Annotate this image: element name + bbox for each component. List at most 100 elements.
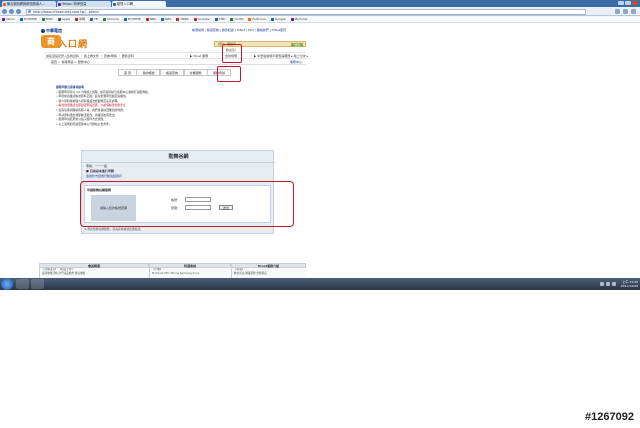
footer-line[interactable]: 數位家電 網路服務 雲端資訊: [234, 272, 304, 276]
tab-label: Yahoo! 奇摩首頁: [62, 2, 87, 6]
bookmark-item[interactable]: FB: [90, 17, 98, 21]
footer-column: 【活動訊息】 【新品上市】 最新優惠活動 熱門商品推薦 會員專屬: [39, 268, 149, 278]
footer-line[interactable]: Motorola HTC iPhone Samsung Sony: [152, 272, 229, 276]
window-controls: [618, 1, 638, 6]
cht-logo-icon: [41, 28, 45, 33]
bookmark-label: Myhome: [294, 17, 308, 21]
tray-icon[interactable]: [605, 282, 610, 286]
bookmark-label: Youtube: [197, 17, 210, 21]
browser-toolbar-right: [596, 9, 636, 14]
bookmark-item[interactable]: NBA: [161, 17, 171, 21]
note-item: 以上說明如有變更依本公司網站公告為準。: [56, 122, 296, 127]
footer-line[interactable]: 最新優惠活動 熱門商品推薦 會員專屬: [42, 272, 147, 276]
web-page: 中華電信 商 入口網 帳號總覽 | 帳單查詢 | 繳款紀錄 | HiNet | …: [0, 23, 640, 278]
footer-column: 【手機】 Motorola HTC iPhone Samsung Sony: [149, 268, 231, 278]
taskbar-app-icon[interactable]: [16, 279, 29, 289]
bookmark-item[interactable]: Apple: [57, 17, 71, 21]
tab-home[interactable]: 首 頁: [118, 69, 137, 76]
bookmark-label: Google: [275, 17, 286, 21]
bookmark-item[interactable]: Youtube: [193, 17, 210, 21]
site-logo[interactable]: 中華電信 商 入口網: [41, 28, 111, 52]
clock-date: 2011/12/26: [620, 284, 638, 288]
bookmark-label: PCHOME: [23, 17, 37, 21]
tab-bill[interactable]: 帳單查詢: [159, 69, 184, 76]
panel-title: 勁舞谷網: [82, 153, 275, 163]
site-container: 中華電信 商 入口網 帳號總覽 | 帳單查詢 | 繳款紀錄 | HiNet | …: [39, 23, 308, 278]
bookmark-label: Apple: [61, 17, 71, 21]
back-icon[interactable]: [2, 9, 7, 14]
start-button-icon[interactable]: [1, 278, 13, 290]
tray-icon[interactable]: [599, 282, 604, 286]
maximize-icon[interactable]: [625, 1, 631, 5]
bookmark-item[interactable]: MSN: [41, 17, 53, 21]
bookmark-item[interactable]: PCHOME: [19, 17, 37, 21]
bookmark-favicon-icon: [2, 17, 5, 21]
bookmark-item[interactable]: Myhome: [290, 17, 308, 21]
taskbar-app-icon[interactable]: [31, 279, 44, 289]
panel-footnote: ※ 申請勁舞谷網服務，需先完成帳號密碼驗證。: [84, 227, 144, 231]
bookmark-label: MSN: [45, 17, 53, 21]
bookmark-item[interactable]: Google: [271, 17, 286, 21]
close-icon[interactable]: [632, 1, 638, 5]
clock[interactable]: 上午 11:45 2011/12/26: [621, 280, 638, 288]
bookmark-label: OurMi: [234, 17, 244, 21]
bookmarks-bar: Yahoo PCHOME MSN Apple 中時 FB Chrome PCHOME NBA NB…: [0, 16, 640, 23]
panel-status: ■ 目前尚未進行申辦: [86, 169, 114, 173]
bookmark-item[interactable]: TMD: [214, 17, 225, 21]
tab-label: 動態入口網: [117, 2, 133, 6]
tab-paid[interactable]: 付費服務: [183, 69, 208, 76]
forward-icon[interactable]: [9, 9, 14, 14]
tab-label: 聯合新聞網與新聞廣場人…: [7, 2, 46, 6]
site-footer: 會員精選 特選商城 Hinet服務介紹 【活動訊息】 【新品上市】 最新優惠活動…: [39, 263, 306, 278]
bookmark-favicon-icon: [161, 17, 165, 21]
star-icon[interactable]: [615, 9, 620, 14]
bookmark-favicon-icon: [193, 17, 197, 21]
bookmark-item[interactable]: 中時: [75, 17, 85, 21]
tab-account[interactable]: 我的帳號: [136, 69, 161, 76]
bookmark-favicon-icon: [145, 17, 149, 21]
browser-navbar: http://www.chtsecurity.com.tw/...phtml: [0, 7, 640, 16]
highlight-box: [217, 66, 241, 82]
bookmark-item[interactable]: OurMi: [230, 17, 243, 21]
panel-line: 申請：一一一般: [86, 164, 108, 168]
section-tabs: 首 頁 我的帳號 帳單查詢 付費服務 服務申辦: [118, 69, 232, 76]
bookmark-favicon-icon: [248, 17, 252, 21]
bookmark-label: HSBC: [180, 17, 189, 21]
bookmark-label: NBA: [149, 17, 157, 21]
logout-button[interactable]: 登出: [291, 42, 303, 47]
bookmark-favicon-icon: [57, 17, 61, 21]
bookmark-label: NBA: [165, 17, 172, 21]
panel-line: 適用於市話或行動電話用戶: [86, 174, 123, 178]
bookmark-item[interactable]: PCHOME: [123, 17, 141, 21]
page-icon: [28, 10, 31, 14]
breadcrumb-text[interactable]: 首頁 > 會員專區 > 服務中心: [51, 60, 90, 64]
bookmark-favicon-icon: [41, 17, 45, 21]
logo-text: 入口網: [58, 40, 89, 50]
os-taskbar: 上午 11:45 2011/12/26: [0, 278, 640, 290]
bookmark-item[interactable]: HSBC: [176, 17, 189, 21]
breadcrumb: 首頁 > 會員專區 > 服務中心 服務中心: [51, 59, 306, 65]
bookmark-favicon-icon: [90, 17, 94, 21]
bookmark-label: FB: [94, 17, 98, 21]
bookmark-item[interactable]: Chrome: [102, 17, 119, 21]
sub-navigation: 請先至設定登入您的資料 ｜ 請上傳文件 ｜ 查詢/申請 ｜ 更新資料 ▶ Hin…: [44, 44, 308, 63]
watermark: #1267092: [585, 411, 634, 423]
bookmark-favicon-icon: [176, 17, 180, 21]
bookmark-favicon-icon: [271, 17, 275, 21]
apply-panel: 勁舞谷網 申請：一一一般 ■ 目前尚未進行申辦 適用於市話或行動電話用戶 申請勁…: [80, 150, 294, 234]
reload-icon[interactable]: [16, 9, 21, 14]
breadcrumb-right[interactable]: 服務中心: [290, 59, 302, 65]
minimize-icon[interactable]: [618, 1, 624, 5]
bookmark-label: Yahoo: [6, 17, 15, 21]
bookmark-favicon-icon: [290, 17, 294, 21]
bookmark-item[interactable]: Fullmoon: [248, 17, 266, 21]
top-links[interactable]: 帳號總覽 | 帳單查詢 | 繳款紀錄 | HiNet | FAQ | 聯絡我們 …: [192, 28, 352, 32]
page-menu-icon[interactable]: [623, 9, 628, 14]
volume-icon[interactable]: [611, 282, 616, 286]
address-bar[interactable]: http://www.chtsecurity.com.tw/...phtml: [26, 8, 586, 15]
tab-favicon-icon: [58, 2, 61, 6]
bookmark-item[interactable]: Yahoo: [2, 17, 15, 21]
wrench-icon[interactable]: [631, 9, 636, 14]
bookmark-favicon-icon: [102, 17, 106, 21]
bookmark-item[interactable]: NBA: [145, 17, 157, 21]
